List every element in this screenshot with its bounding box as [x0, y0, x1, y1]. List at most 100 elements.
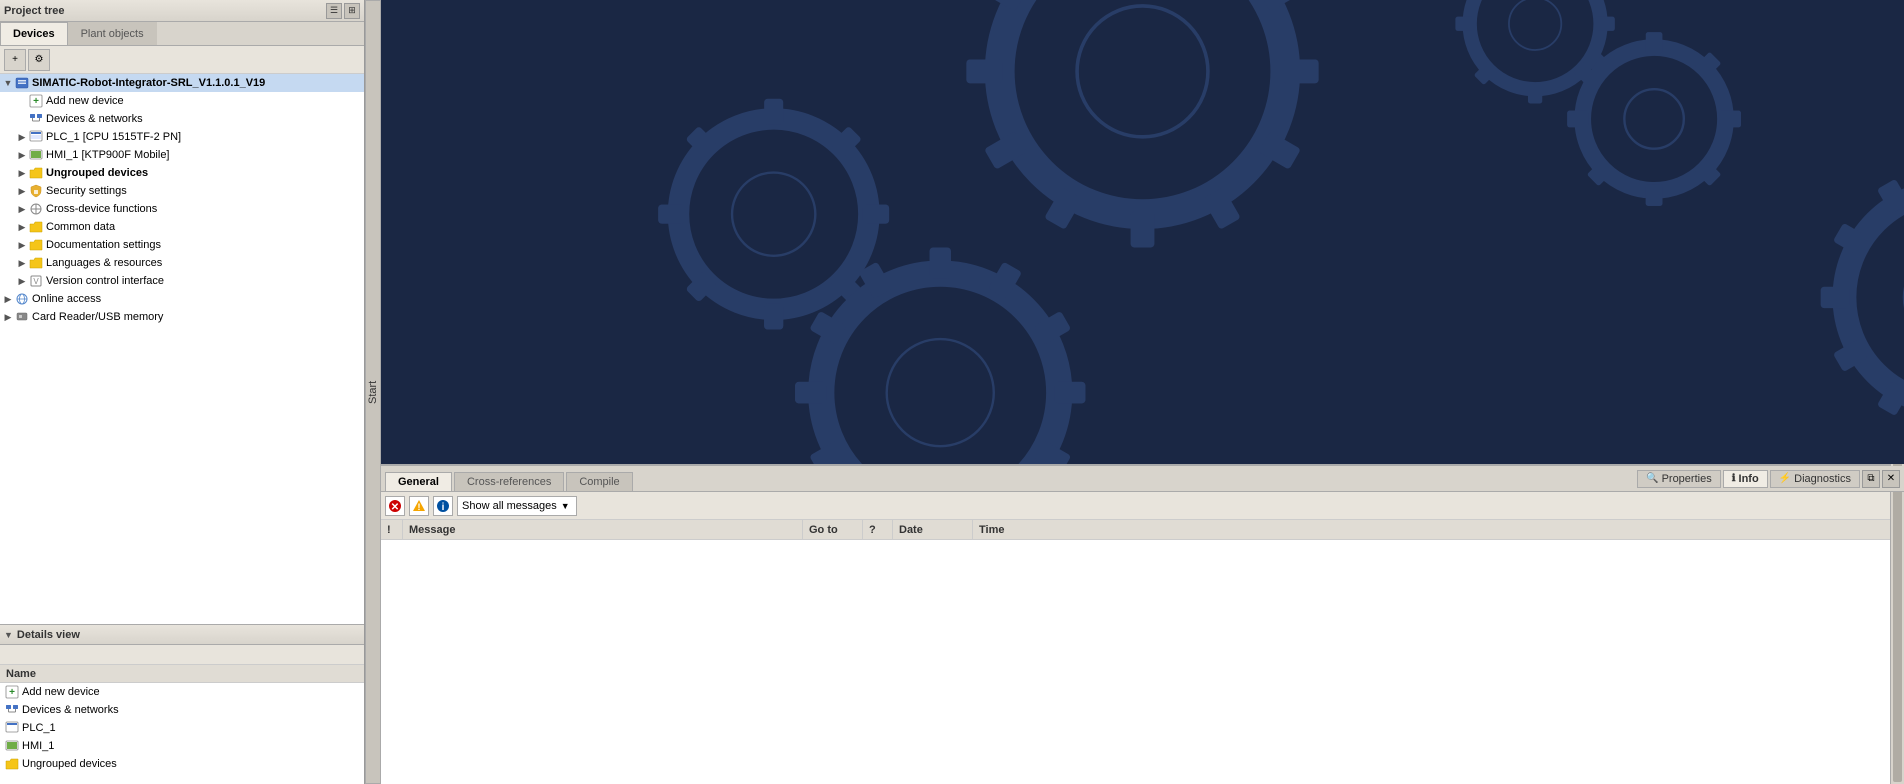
details-icon-plc1 [4, 720, 20, 736]
tree-arrow-online-access: ▶ [2, 294, 14, 305]
details-item-hmi1[interactable]: HMI_1 [0, 737, 364, 755]
right-panel-tabs-container: 🔍 Properties ℹ Info ⚡ Diagnostics ⧉ ✕ [1637, 470, 1904, 488]
tree-toolbar: + ⚙ [0, 46, 364, 74]
svg-text:i: i [442, 502, 445, 513]
info-filter-btn[interactable]: i [433, 496, 453, 516]
tree-label-hmi1: HMI_1 [KTP900F Mobile] [46, 149, 170, 161]
tree-label-add-device: Add new device [46, 95, 124, 107]
col-severity[interactable]: ! [381, 520, 403, 539]
tree-label-plc1: PLC_1 [CPU 1515TF-2 PN] [46, 131, 181, 143]
bottom-panel-header: General Cross-references Compile 🔍 Prope… [381, 466, 1904, 492]
details-content: Name + Add new device [0, 645, 364, 784]
details-icon-hmi1 [4, 738, 20, 754]
plc-icon [28, 129, 44, 145]
card-reader-icon [14, 309, 30, 325]
online-access-icon [14, 291, 30, 307]
languages-icon [28, 255, 44, 271]
tree-label-devices-networks: Devices & networks [46, 113, 143, 125]
project-tree-title: Project tree [4, 5, 65, 17]
project-icon [14, 75, 30, 91]
svg-text:!: ! [418, 502, 421, 512]
tree-item-hmi1[interactable]: ▶ HMI_1 [KTP900F Mobile] [0, 146, 364, 164]
canvas-area[interactable] [381, 0, 1904, 464]
details-toolbar [0, 645, 364, 665]
tree-item-languages[interactable]: ▶ Languages & resources [0, 254, 364, 272]
tree-arrow-ungrouped: ▶ [16, 168, 28, 179]
tree-arrow-common-data: ▶ [16, 222, 28, 233]
tree-arrow-security: ▶ [16, 186, 28, 197]
tree-label-root: SIMATIC-Robot-Integrator-SRL_V1.1.0.1_V1… [32, 77, 265, 89]
warning-filter-btn[interactable]: ! [409, 496, 429, 516]
messages-table-header: ! Message Go to ? Date Time [381, 520, 1904, 540]
details-item-plc1[interactable]: PLC_1 [0, 719, 364, 737]
tree-item-version-control[interactable]: ▶ V Version control interface [0, 272, 364, 290]
bottom-tab-cross-references[interactable]: Cross-references [454, 472, 564, 491]
tree-item-online-access[interactable]: ▶ Online access [0, 290, 364, 308]
tree-label-ungrouped: Ungrouped devices [46, 167, 148, 179]
details-item-ungrouped[interactable]: Ungrouped devices [0, 755, 364, 773]
tree-item-add-device[interactable]: + Add new device [0, 92, 364, 110]
col-message[interactable]: Message [403, 520, 803, 539]
details-label-add-device: Add new device [22, 686, 100, 698]
col-date[interactable]: Date [893, 520, 973, 539]
bottom-panel-close-btn[interactable]: ✕ [1882, 470, 1900, 488]
error-filter-btn[interactable]: ✕ [385, 496, 405, 516]
message-filter-dropdown[interactable]: Show all messages ▼ [457, 496, 577, 516]
tree-item-root[interactable]: ▼ SIMATIC-Robot-Integrator-SRL_V1.1.0.1_… [0, 74, 364, 92]
tree-label-card-reader: Card Reader/USB memory [32, 311, 163, 323]
tree-icon-btn-1[interactable]: ☰ [326, 3, 342, 19]
tree-item-documentation[interactable]: ▶ Documentation settings [0, 236, 364, 254]
bottom-tab-compile[interactable]: Compile [566, 472, 632, 491]
details-icon-ungrouped [4, 756, 20, 772]
tree-arrow-plc1: ▶ [16, 132, 28, 143]
tree-arrow-version-control: ▶ [16, 276, 28, 287]
tree-toolbar-btn-1[interactable]: + [4, 49, 26, 71]
details-item-devices-networks[interactable]: Devices & networks [0, 701, 364, 719]
tree-label-version-control: Version control interface [46, 275, 164, 287]
main-canvas: General Cross-references Compile 🔍 Prope… [381, 0, 1904, 784]
tree-item-plc1[interactable]: ▶ PLC_1 [CPU 1515TF-2 PN] [0, 128, 364, 146]
project-tabs-row: Devices Plant objects [0, 22, 364, 46]
messages-table: ! Message Go to ? Date Time [381, 520, 1904, 784]
tree-item-devices-networks[interactable]: Devices & networks [0, 110, 364, 128]
details-list-body: + Add new device [0, 683, 364, 784]
tree-item-card-reader[interactable]: ▶ Card Reader/USB memory [0, 308, 364, 326]
details-view: ▼ Details view Name + [0, 624, 364, 784]
bottom-right-tab-info[interactable]: ℹ Info [1723, 470, 1768, 488]
tree-label-documentation: Documentation settings [46, 239, 161, 251]
svg-text:✕: ✕ [391, 502, 399, 513]
col-time[interactable]: Time [973, 520, 1904, 539]
details-col-name: Name [2, 668, 40, 680]
bottom-panel-tabs: General Cross-references Compile [381, 466, 1637, 491]
bottom-right-tab-properties[interactable]: 🔍 Properties [1637, 470, 1721, 488]
tab-devices[interactable]: Devices [0, 22, 68, 45]
tree-arrow-hmi1: ▶ [16, 150, 28, 161]
tree-item-security[interactable]: ▶ Security settings [0, 182, 364, 200]
details-view-title: Details view [17, 629, 80, 641]
tree-item-cross-device[interactable]: ▶ Cross-device functions [0, 200, 364, 218]
devices-networks-icon [28, 111, 44, 127]
tree-item-common-data[interactable]: ▶ Common data [0, 218, 364, 236]
details-item-add-device[interactable]: + Add new device [0, 683, 364, 701]
tab-plant-objects[interactable]: Plant objects [68, 22, 157, 45]
tree-icon-btn-2[interactable]: ⊞ [344, 3, 360, 19]
info-icon: ℹ [1732, 473, 1736, 484]
tree-item-ungrouped[interactable]: ▶ Ungrouped devices [0, 164, 364, 182]
svg-text:+: + [9, 687, 15, 698]
bottom-panel-float-btn[interactable]: ⧉ [1862, 470, 1880, 488]
col-question[interactable]: ? [863, 520, 893, 539]
bottom-tab-general[interactable]: General [385, 472, 452, 491]
tree-toolbar-btn-2[interactable]: ⚙ [28, 49, 50, 71]
details-label-hmi1: HMI_1 [22, 740, 54, 752]
bottom-panel: General Cross-references Compile 🔍 Prope… [381, 464, 1904, 784]
tree-label-cross-device: Cross-device functions [46, 203, 157, 215]
svg-text:V: V [33, 277, 39, 286]
tree-label-online-access: Online access [32, 293, 101, 305]
tree-label-security: Security settings [46, 185, 127, 197]
bottom-right-tab-diagnostics[interactable]: ⚡ Diagnostics [1770, 470, 1860, 488]
project-tree-header: Project tree ☰ ⊞ [0, 0, 364, 22]
details-list-header: Name [0, 665, 364, 683]
col-goto[interactable]: Go to [803, 520, 863, 539]
start-tab[interactable]: Start [365, 0, 381, 784]
details-view-header[interactable]: ▼ Details view [0, 625, 364, 645]
